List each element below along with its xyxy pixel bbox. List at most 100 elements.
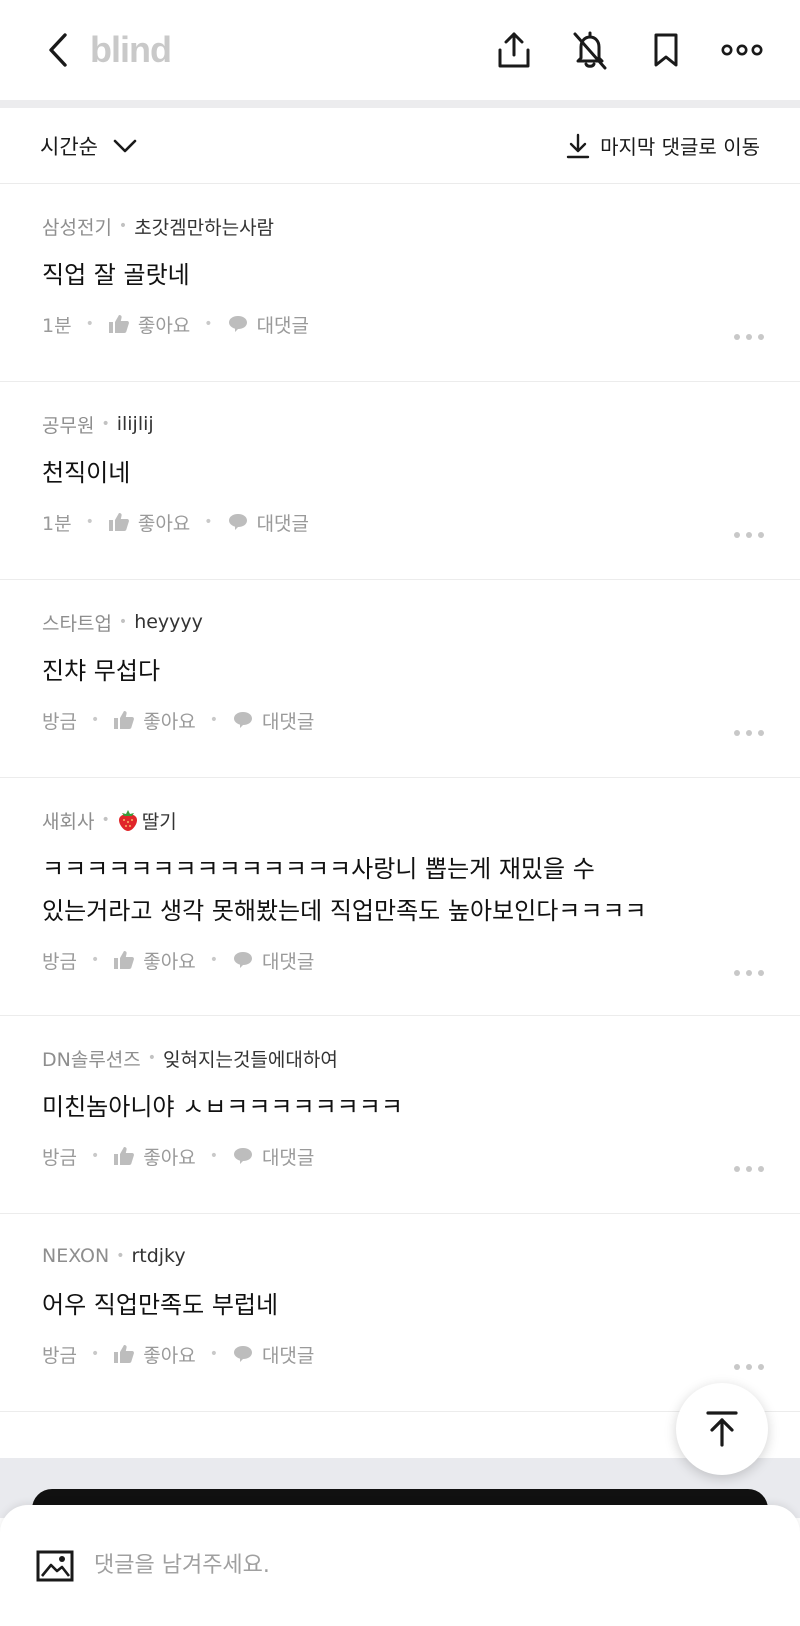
meta-separator-dot: • [101, 416, 110, 432]
thumbs-up-icon [108, 513, 129, 531]
like-label: 좋아요 [143, 1344, 196, 1367]
speech-bubble-icon [233, 952, 252, 968]
comment-time: 1분 [42, 314, 72, 337]
comment-more-button[interactable] [734, 334, 764, 340]
comment-company[interactable]: 새회사 [42, 807, 94, 834]
comment-text: ㅋㅋㅋㅋㅋㅋㅋㅋㅋㅋㅋㅋㅋㅋ사랑니 뽑는게 재밌을 수 있는거라고 생각 못해봤… [42, 855, 647, 925]
reply-button[interactable]: 대댓글 [232, 1143, 314, 1170]
comment-nickname[interactable]: ilijlij [117, 413, 154, 435]
scroll-to-top-button[interactable] [676, 1383, 768, 1475]
action-separator-dot: • [204, 316, 213, 332]
strawberry-icon [118, 810, 137, 831]
more-dot [758, 334, 764, 340]
like-button[interactable]: 좋아요 [108, 311, 190, 338]
action-separator-dot: • [204, 514, 213, 530]
comment-meta: 삼성전기 • 초갓겜만하는사람 [42, 212, 760, 240]
bookmark-button[interactable] [644, 28, 688, 72]
chevron-left-icon [49, 33, 67, 67]
comment-more-button[interactable] [734, 970, 764, 976]
header-divider [0, 100, 800, 108]
comment-nickname[interactable]: 잊혀지는것들에대하여 [163, 1045, 338, 1072]
reply-label: 대댓글 [256, 314, 310, 337]
reply-button[interactable]: 대댓글 [227, 311, 309, 338]
comment-more-button[interactable] [734, 1364, 764, 1370]
speech-bubble-icon [228, 514, 247, 530]
jump-to-last-comment-button[interactable]: 마지막 댓글로 이동 [566, 131, 760, 160]
comment-item: NEXON • rtdjky 어우 직업만족도 부럽네 방금 • 좋아요 • 대… [0, 1214, 800, 1412]
like-label: 좋아요 [143, 710, 196, 733]
sort-selected-label: 시간순 [40, 134, 98, 159]
more-menu-button[interactable] [720, 28, 764, 72]
action-separator-dot: • [209, 1148, 218, 1164]
comment-time: 1분 [42, 512, 72, 535]
comment-more-button[interactable] [734, 1166, 764, 1172]
comment-company[interactable]: 삼성전기 [42, 213, 112, 240]
comment-more-button[interactable] [734, 532, 764, 538]
like-button[interactable]: 좋아요 [113, 1143, 196, 1170]
like-button[interactable]: 좋아요 [113, 1341, 196, 1368]
more-dot [746, 334, 752, 340]
thumbs-up-icon [114, 711, 135, 729]
like-button[interactable]: 좋아요 [108, 509, 190, 536]
comment-text: 어우 직업만족도 부럽네 [42, 1291, 279, 1319]
like-label: 좋아요 [143, 1146, 196, 1169]
reply-label: 대댓글 [261, 1344, 315, 1367]
chevron-down-icon [113, 139, 137, 152]
comment-input[interactable] [94, 1553, 694, 1578]
like-button[interactable]: 좋아요 [113, 707, 196, 734]
jump-to-last-comment-label: 마지막 댓글로 이동 [600, 135, 760, 159]
reply-button[interactable]: 대댓글 [232, 1341, 314, 1368]
reply-button[interactable]: 대댓글 [227, 509, 309, 536]
comment-meta: 새회사 • 딸기 [42, 806, 760, 834]
comment-nickname[interactable]: 초갓겜만하는사람 [134, 213, 274, 240]
action-separator-dot: • [85, 514, 94, 530]
comment-more-button[interactable] [734, 730, 764, 736]
action-separator-dot: • [209, 712, 218, 728]
comment-nickname[interactable]: 딸기 [142, 807, 177, 834]
comment-company[interactable]: NEXON [42, 1245, 109, 1267]
more-dot [746, 1166, 752, 1172]
reply-button[interactable]: 대댓글 [232, 947, 314, 974]
thumbs-up-icon [114, 1147, 135, 1165]
comment-item: 공무원 • ilijlij 천직이네 1분 • 좋아요 • 대댓글 [0, 382, 800, 580]
comment-actions: 방금 • 좋아요 • 대댓글 [42, 702, 760, 738]
more-dot [734, 334, 740, 340]
more-dot [746, 1364, 752, 1370]
more-dot [734, 1364, 740, 1370]
comment-actions: 1분 • 좋아요 • 대댓글 [42, 504, 760, 540]
thumbs-up-icon [114, 1345, 135, 1363]
comment-company[interactable]: 공무원 [42, 411, 94, 438]
comment-meta: NEXON • rtdjky [42, 1242, 760, 1270]
action-separator-dot: • [85, 316, 94, 332]
top-bar: blind [0, 0, 800, 100]
meta-separator-dot: • [118, 218, 128, 234]
like-button[interactable]: 좋아요 [113, 947, 196, 974]
comment-company[interactable]: 스타트업 [42, 609, 112, 636]
reply-label: 대댓글 [261, 710, 315, 733]
comment-time: 방금 [42, 710, 77, 733]
more-dot [758, 1166, 764, 1172]
download-arrow-icon [566, 133, 590, 158]
comment-nickname[interactable]: rtdjky [131, 1245, 185, 1267]
share-button[interactable] [492, 28, 536, 72]
comment-text: 천직이네 [42, 459, 131, 487]
speech-bubble-icon [233, 712, 252, 728]
reply-button[interactable]: 대댓글 [232, 707, 314, 734]
comment-company[interactable]: DN솔루션즈 [42, 1045, 141, 1072]
more-dot [734, 970, 740, 976]
meta-separator-dot: • [116, 1248, 125, 1264]
attach-image-button[interactable] [34, 1545, 76, 1587]
notification-off-button[interactable] [568, 28, 612, 72]
comment-actions: 방금 • 좋아요 • 대댓글 [42, 1138, 760, 1174]
comment-list: 삼성전기 • 초갓겜만하는사람 직업 잘 골랏네 1분 • 좋아요 • 대댓글 [0, 184, 800, 1412]
comment-item: 새회사 • 딸기 ㅋㅋㅋㅋㅋㅋㅋㅋㅋㅋㅋㅋㅋㅋ사랑니 뽑는게 재밌을 수 있는거… [0, 778, 800, 1016]
sort-dropdown[interactable]: 시간순 [40, 131, 138, 161]
comment-nickname[interactable]: heyyyy [134, 611, 203, 633]
more-dot [758, 532, 764, 538]
more-dot [734, 730, 740, 736]
comment-meta: DN솔루션즈 • 잊혀지는것들에대하여 [42, 1044, 760, 1072]
comment-time: 방금 [42, 1146, 77, 1169]
back-button[interactable] [36, 28, 80, 72]
comment-item: DN솔루션즈 • 잊혀지는것들에대하여 미친놈아니야 ㅅㅂㅋㅋㅋㅋㅋㅋㅋㅋ 방금… [0, 1016, 800, 1214]
comment-meta: 공무원 • ilijlij [42, 410, 760, 438]
